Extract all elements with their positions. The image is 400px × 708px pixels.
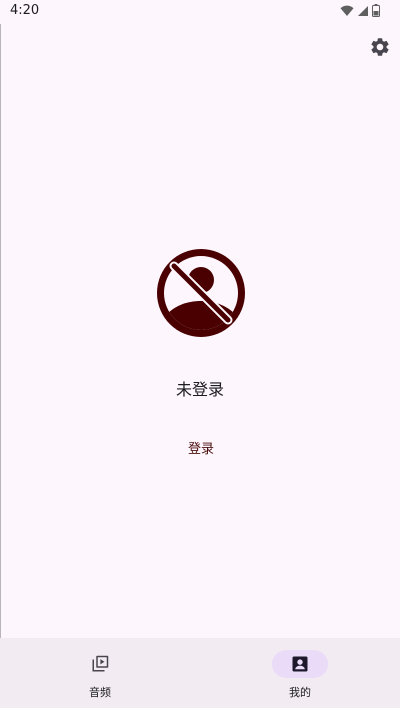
status-icons bbox=[340, 4, 380, 17]
nav-label-audio: 音频 bbox=[89, 686, 111, 699]
status-bar: 4:20 bbox=[0, 0, 400, 24]
login-button[interactable]: 登录 bbox=[170, 432, 232, 462]
settings-button[interactable] bbox=[366, 33, 394, 61]
signal-icon bbox=[358, 5, 368, 16]
battery-icon bbox=[372, 4, 380, 17]
wifi-icon bbox=[340, 5, 354, 16]
nav-item-me[interactable]: 我的 bbox=[200, 638, 400, 708]
account-box-icon bbox=[292, 656, 308, 672]
window-edge bbox=[0, 24, 1, 638]
no-user-avatar-icon bbox=[157, 249, 245, 337]
gear-icon bbox=[371, 38, 389, 56]
login-status-text: 未登录 bbox=[175, 380, 224, 399]
status-time: 4:20 bbox=[10, 3, 40, 18]
play-library-icon bbox=[92, 655, 109, 672]
bottom-navigation: 音频 我的 bbox=[0, 638, 400, 708]
nav-label-me: 我的 bbox=[289, 686, 311, 699]
nav-item-audio[interactable]: 音频 bbox=[0, 638, 200, 708]
